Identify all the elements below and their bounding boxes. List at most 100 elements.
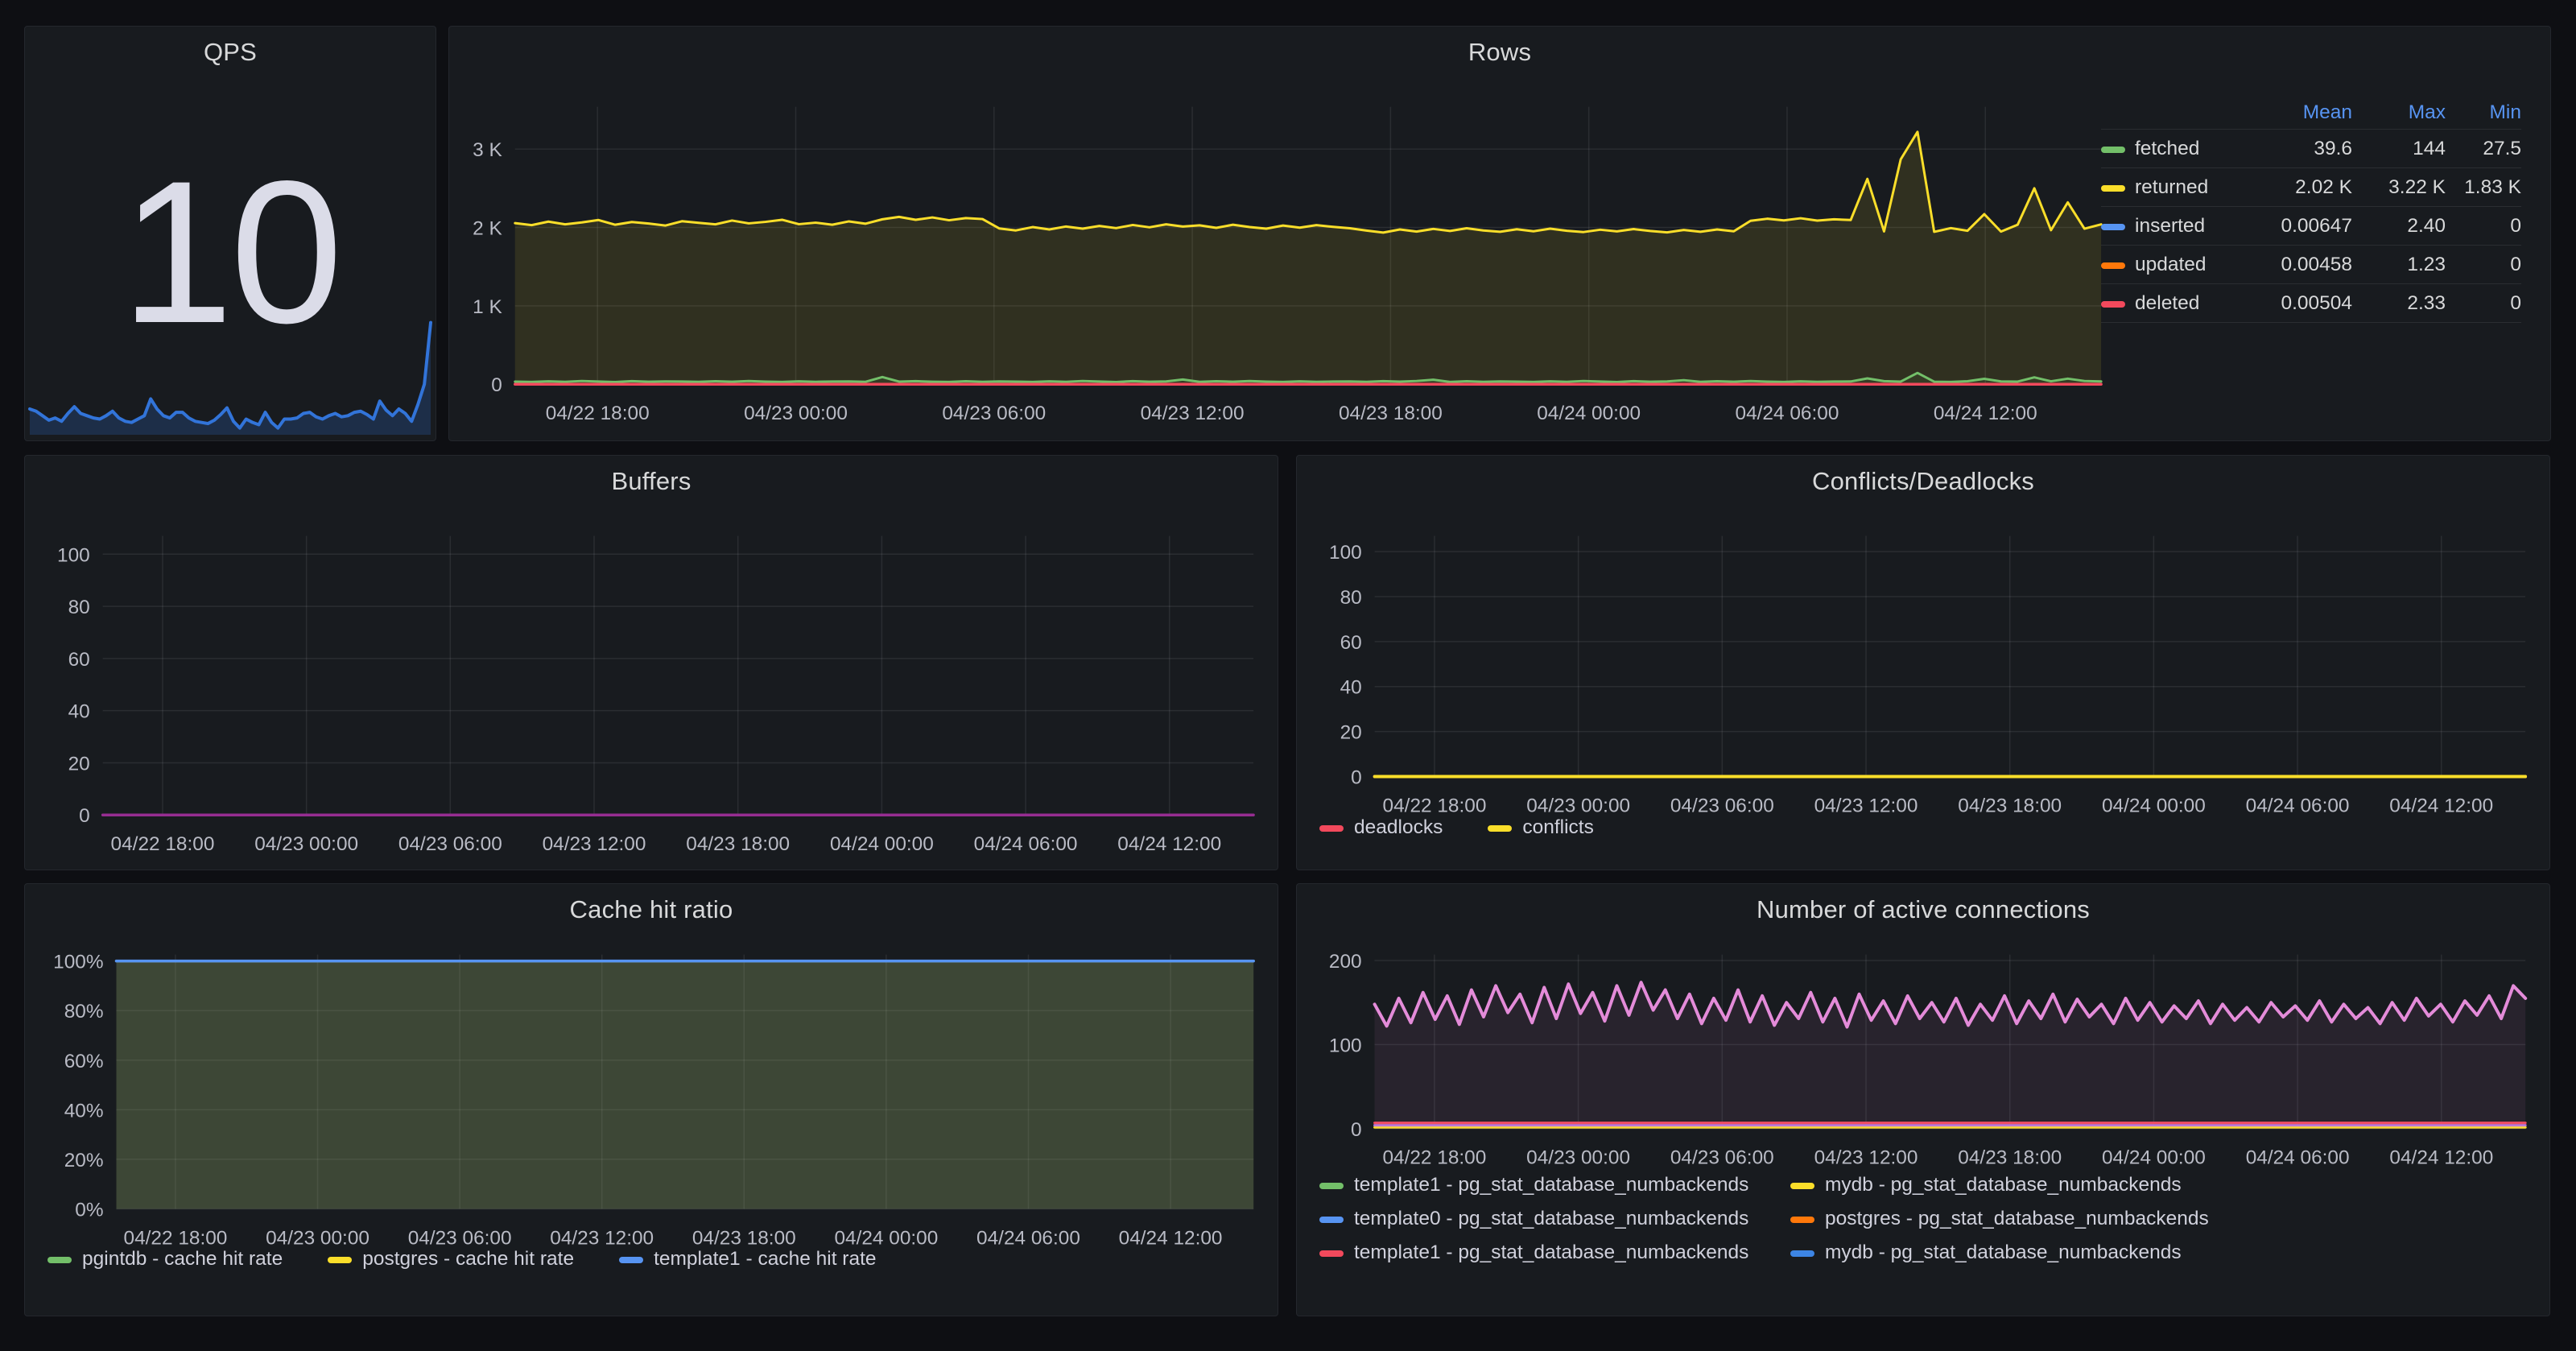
legend-table-value-mean: 0.00458	[2262, 254, 2352, 276]
x-axis-tick: 04/23 00:00	[1526, 1147, 1630, 1169]
y-axis-tick: 20	[1340, 722, 1362, 744]
conflicts-chart[interactable]: 04/22 18:0004/23 00:0004/23 06:0004/23 1…	[1297, 456, 2549, 870]
legend-label: template1 - pg_stat_database_numbackends	[1354, 1242, 1748, 1264]
legend-item[interactable]: conflicts	[1488, 816, 1594, 839]
legend-table-series-label[interactable]: deleted	[2101, 292, 2262, 315]
y-axis-tick: 0	[1351, 766, 1362, 788]
legend-label: postgres - pg_stat_database_numbackends	[1825, 1208, 2209, 1230]
x-axis-tick: 04/23 18:00	[1339, 403, 1443, 424]
y-axis-tick: 100	[1329, 1035, 1362, 1056]
x-axis-tick: 04/23 12:00	[550, 1227, 654, 1249]
legend-swatch-icon	[2101, 185, 2125, 192]
legend-table-header-row: MeanMaxMin	[2101, 96, 2521, 130]
buffers-chart-canvas[interactable]: 04/22 18:0004/23 00:0004/23 06:0004/23 1…	[25, 456, 1278, 870]
legend-swatch-icon	[1319, 1250, 1344, 1257]
legend-swatch-icon	[328, 1257, 352, 1263]
legend-item[interactable]: postgres - cache hit rate	[328, 1248, 574, 1270]
legend-item[interactable]: pgintdb - cache hit rate	[47, 1248, 283, 1270]
legend-table-header-mean[interactable]: Mean	[2262, 101, 2352, 124]
x-axis-tick: 04/23 18:00	[1958, 795, 2062, 816]
x-axis-tick: 04/23 18:00	[686, 833, 790, 855]
y-axis-tick: 60	[68, 649, 90, 671]
y-axis-tick: 0	[79, 805, 90, 827]
legend-table-value-max: 144	[2352, 138, 2446, 160]
x-axis-tick: 04/22 18:00	[111, 833, 215, 855]
y-axis-tick: 80	[68, 597, 90, 618]
legend-table-series-label[interactable]: returned	[2101, 176, 2262, 199]
series-name: fetched	[2135, 138, 2199, 160]
y-axis-tick: 3 K	[473, 139, 502, 161]
legend-swatch-icon	[2101, 224, 2125, 230]
legend-label: postgres - cache hit rate	[362, 1248, 574, 1270]
x-axis-tick: 04/24 00:00	[830, 833, 934, 855]
legend-table-header-min[interactable]: Min	[2446, 101, 2521, 124]
legend-label: mydb - pg_stat_database_numbackends	[1825, 1242, 2182, 1264]
legend-table-row: deleted0.005042.330	[2101, 284, 2521, 323]
legend-table-row: updated0.004581.230	[2101, 246, 2521, 284]
legend-swatch-icon	[1790, 1217, 1814, 1223]
legend-table-value-mean: 2.02 K	[2262, 176, 2352, 199]
legend-swatch-icon	[2101, 301, 2125, 308]
series-line-qps[interactable]	[30, 323, 431, 428]
conflicts-chart-canvas[interactable]: 04/22 18:0004/23 00:0004/23 06:0004/23 1…	[1297, 456, 2549, 870]
x-axis-tick: 04/23 06:00	[1670, 1147, 1774, 1169]
legend-label: mydb - pg_stat_database_numbackends	[1825, 1174, 2182, 1196]
x-axis-tick: 04/24 06:00	[2246, 795, 2350, 816]
legend-item[interactable]: template1 - pg_stat_database_numbackends	[1319, 1242, 1782, 1264]
y-axis-tick: 1 K	[473, 296, 502, 318]
panel-buffers: Buffers 04/22 18:0004/23 00:0004/23 06:0…	[24, 455, 1278, 870]
x-axis-tick: 04/24 12:00	[2389, 1147, 2493, 1169]
conflicts-legend: deadlocks conflicts	[1319, 816, 2533, 839]
legend-swatch-icon	[619, 1257, 643, 1263]
legend-item[interactable]: mydb - pg_stat_database_numbackends	[1790, 1242, 2209, 1264]
x-axis-tick: 04/22 18:00	[1382, 1147, 1486, 1169]
legend-table-series-label[interactable]: fetched	[2101, 138, 2262, 160]
legend-label: deadlocks	[1354, 816, 1443, 839]
grafana-dashboard: QPS 10 Rows 04/22 18:0004/23 00:0004/23 …	[0, 0, 2576, 1351]
x-axis-tick: 04/23 18:00	[1958, 1147, 2062, 1169]
legend-table-row: returned2.02 K3.22 K1.83 K	[2101, 168, 2521, 207]
panel-cache: Cache hit ratio 04/22 18:0004/23 00:0004…	[24, 883, 1278, 1316]
legend-table-value-min: 0	[2446, 292, 2521, 315]
buffers-chart[interactable]: 04/22 18:0004/23 00:0004/23 06:0004/23 1…	[25, 456, 1278, 870]
legend-item[interactable]: mydb - pg_stat_database_numbackends	[1790, 1174, 2209, 1196]
y-axis-tick: 100	[1329, 542, 1362, 564]
x-axis-tick: 04/24 12:00	[1934, 403, 2037, 424]
legend-swatch-icon	[1790, 1250, 1814, 1257]
qps-sparkline[interactable]	[25, 27, 436, 440]
y-axis-tick: 40	[1340, 677, 1362, 699]
legend-table-value-max: 3.22 K	[2352, 176, 2446, 199]
legend-table-row: inserted0.006472.400	[2101, 207, 2521, 246]
x-axis-tick: 04/24 00:00	[2102, 1147, 2206, 1169]
cache-legend: pgintdb - cache hit rate postgres - cache…	[47, 1248, 1261, 1270]
x-axis-tick: 04/22 18:00	[124, 1227, 228, 1249]
x-axis-tick: 04/23 12:00	[543, 833, 646, 855]
legend-swatch-icon	[1790, 1183, 1814, 1189]
series-name: updated	[2135, 254, 2207, 276]
x-axis-tick: 04/24 12:00	[1119, 1227, 1223, 1249]
legend-table-series-label[interactable]: updated	[2101, 254, 2262, 276]
legend-table-value-max: 2.40	[2352, 215, 2446, 238]
panel-qps: QPS 10	[24, 26, 436, 441]
legend-table-series-label[interactable]: inserted	[2101, 215, 2262, 238]
x-axis-tick: 04/23 00:00	[1526, 795, 1630, 816]
legend-item[interactable]: template1 - pg_stat_database_numbackends	[1319, 1174, 1782, 1196]
series-name: deleted	[2135, 292, 2199, 315]
qps-chart-canvas[interactable]	[25, 27, 436, 440]
y-axis-tick: 100%	[53, 952, 103, 973]
x-axis-tick: 04/23 06:00	[408, 1227, 512, 1249]
series-fill-connections-main	[1375, 982, 2526, 1129]
x-axis-tick: 04/23 12:00	[1814, 1147, 1918, 1169]
x-axis-tick: 04/24 06:00	[976, 1227, 1080, 1249]
legend-table-value-min: 0	[2446, 254, 2521, 276]
legend-item[interactable]: template0 - pg_stat_database_numbackends	[1319, 1208, 1782, 1230]
legend-item[interactable]: postgres - pg_stat_database_numbackends	[1790, 1208, 2209, 1230]
legend-table-header-max[interactable]: Max	[2352, 101, 2446, 124]
rows-legend-table: MeanMaxMinfetched39.614427.5returned2.02…	[2101, 96, 2521, 323]
panel-connections: Number of active connections 04/22 18:00…	[1296, 883, 2550, 1316]
legend-item[interactable]: template1 - cache hit rate	[619, 1248, 876, 1270]
series-fill-template1 - cache hit rate	[116, 961, 1253, 1209]
x-axis-tick: 04/23 18:00	[692, 1227, 796, 1249]
legend-table-value-min: 27.5	[2446, 138, 2521, 160]
legend-item[interactable]: deadlocks	[1319, 816, 1443, 839]
